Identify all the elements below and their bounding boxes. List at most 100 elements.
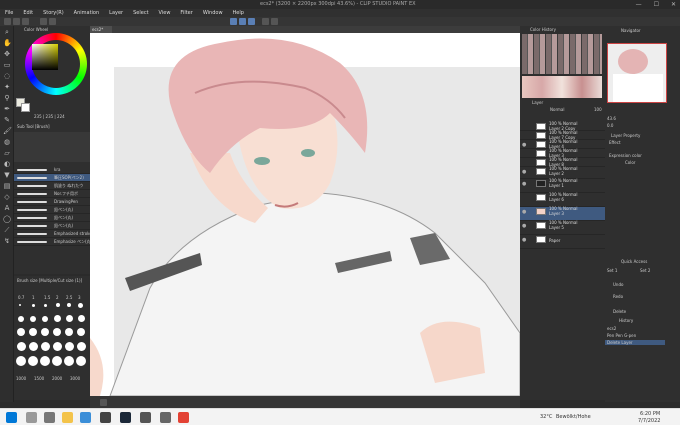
clock-time[interactable]: 6:20 PM	[640, 411, 660, 417]
snap-point-icon[interactable]	[248, 18, 255, 25]
pencil-icon[interactable]: ✎	[3, 116, 11, 124]
start-icon[interactable]	[6, 412, 17, 423]
menu-animation[interactable]: Animation	[69, 9, 105, 17]
clip-studio-icon[interactable]	[100, 412, 111, 423]
size-dot[interactable]	[65, 342, 74, 351]
app-icon[interactable]	[160, 412, 171, 423]
size-dot[interactable]	[77, 342, 86, 351]
layer-row[interactable]: ● Paper	[520, 235, 605, 249]
opacity-value[interactable]: 100	[594, 107, 602, 112]
hand-icon[interactable]: ✋	[3, 39, 12, 47]
brush-item[interactable]: Nor.フチ用ボ	[14, 190, 90, 198]
lasso-icon[interactable]: ◌	[3, 72, 11, 80]
move-icon[interactable]: ✥	[3, 50, 11, 58]
selection-icon[interactable]: ▭	[3, 61, 11, 69]
menu-file[interactable]: File	[0, 9, 18, 17]
transform-icon[interactable]	[262, 18, 269, 25]
new-file-icon[interactable]	[4, 18, 11, 25]
layer-row[interactable]: 100 % Normal Layer 6	[520, 192, 605, 207]
history-item[interactable]: Pen Pen G-pen	[607, 333, 636, 338]
blend-icon[interactable]: ◐	[3, 160, 11, 168]
size-dot[interactable]	[40, 356, 50, 366]
brush-item[interactable]: 鉛ペン(丸)	[14, 214, 90, 222]
browser-icon[interactable]	[178, 412, 189, 423]
size-dot[interactable]	[29, 328, 37, 336]
wand-icon[interactable]: ✦	[3, 83, 11, 91]
brush-item[interactable]: Emphasized strokes	[14, 230, 94, 238]
angle-value[interactable]: 0.0	[607, 123, 613, 128]
size-dot[interactable]	[30, 316, 36, 322]
ruler-icon[interactable]: ⟋	[3, 226, 11, 234]
size-dot[interactable]	[77, 328, 85, 336]
brush-item[interactable]: DrawingPen	[14, 198, 90, 206]
size-dot[interactable]	[41, 328, 49, 336]
brush-item[interactable]: 鉛ペン(丸)	[14, 206, 90, 214]
quick-set-1[interactable]: Set 1	[607, 268, 617, 273]
size-dot[interactable]	[28, 356, 38, 366]
layer-row-selected[interactable]: ● 100 % Normal Layer 3	[520, 206, 605, 221]
undo-icon[interactable]	[40, 18, 47, 25]
steam-icon[interactable]	[120, 412, 131, 423]
saturation-square[interactable]	[32, 44, 58, 70]
size-dot[interactable]	[42, 316, 48, 322]
size-dot[interactable]	[17, 342, 26, 351]
size-dot[interactable]	[29, 342, 38, 351]
redo-icon[interactable]	[49, 18, 56, 25]
menu-layer[interactable]: Layer	[104, 9, 128, 17]
delete-button[interactable]: Delete	[613, 309, 626, 314]
size-dot[interactable]	[16, 356, 26, 366]
text-icon[interactable]: A	[3, 204, 11, 212]
fill-icon[interactable]: ▼	[3, 171, 11, 179]
canvas-area[interactable]: ecs2*	[90, 26, 520, 396]
size-dot[interactable]	[56, 303, 60, 307]
size-dot[interactable]	[64, 356, 74, 366]
undo-button[interactable]: Undo	[613, 282, 623, 287]
color-history-swatches-recent[interactable]	[522, 76, 602, 98]
menu-view[interactable]: View	[154, 9, 176, 17]
color-history-swatches[interactable]	[522, 34, 602, 74]
brush-item[interactable]: kra	[14, 166, 90, 174]
weather-temp[interactable]: 32°C	[540, 414, 552, 420]
pen-icon[interactable]: ✒	[3, 105, 11, 113]
fit-view-icon[interactable]	[100, 399, 107, 406]
minimize-button[interactable]: —	[636, 1, 642, 8]
size-dot[interactable]	[65, 328, 73, 336]
app-icon[interactable]	[140, 412, 151, 423]
size-dot[interactable]	[19, 304, 21, 306]
correct-line-icon[interactable]: ↯	[3, 237, 11, 245]
balloon-icon[interactable]: ◯	[3, 215, 11, 223]
size-dot[interactable]	[54, 315, 61, 322]
search-icon[interactable]	[26, 412, 37, 423]
size-dot[interactable]	[32, 304, 35, 307]
open-file-icon[interactable]	[13, 18, 20, 25]
zoom-icon[interactable]: ⌕	[3, 28, 11, 36]
size-dot[interactable]	[66, 315, 73, 322]
artwork-canvas[interactable]	[90, 33, 520, 396]
expression-color-select[interactable]: Color	[625, 160, 635, 165]
menu-help[interactable]: Help	[228, 9, 249, 17]
maximize-button[interactable]: ☐	[654, 1, 659, 8]
weather-text[interactable]: Bewölkt/Hohe	[556, 414, 591, 420]
task-view-icon[interactable]	[44, 412, 55, 423]
brush-item[interactable]: 筆圧SOP(ペン2)	[14, 174, 90, 182]
brush-item[interactable]: 肌塗り ぬれたウ	[14, 182, 90, 190]
menu-filter[interactable]: Filter	[175, 9, 197, 17]
layer-row[interactable]: ● 100 % Normal Layer 5	[520, 220, 605, 235]
size-dot[interactable]	[76, 356, 86, 366]
size-dot[interactable]	[17, 328, 25, 336]
size-dot[interactable]	[44, 304, 47, 307]
size-dot[interactable]	[78, 303, 83, 308]
size-dot[interactable]	[78, 315, 85, 322]
quick-set-2[interactable]: Set 2	[640, 268, 650, 273]
size-dot[interactable]	[52, 356, 62, 366]
airbrush-icon[interactable]: ◍	[3, 138, 11, 146]
sub-color-swatch[interactable]	[21, 103, 30, 112]
brush-item[interactable]: Emphasize ペン(丸)	[14, 238, 92, 246]
snap-grid-icon[interactable]	[239, 18, 246, 25]
zoom-value[interactable]: 43.6	[607, 116, 616, 121]
menu-story[interactable]: Story(R)	[38, 9, 69, 17]
clock-date[interactable]: 7/7/2022	[638, 418, 660, 424]
snap-ruler-icon[interactable]	[230, 18, 237, 25]
menu-edit[interactable]: Edit	[18, 9, 38, 17]
eraser-icon[interactable]: ▱	[3, 149, 11, 157]
